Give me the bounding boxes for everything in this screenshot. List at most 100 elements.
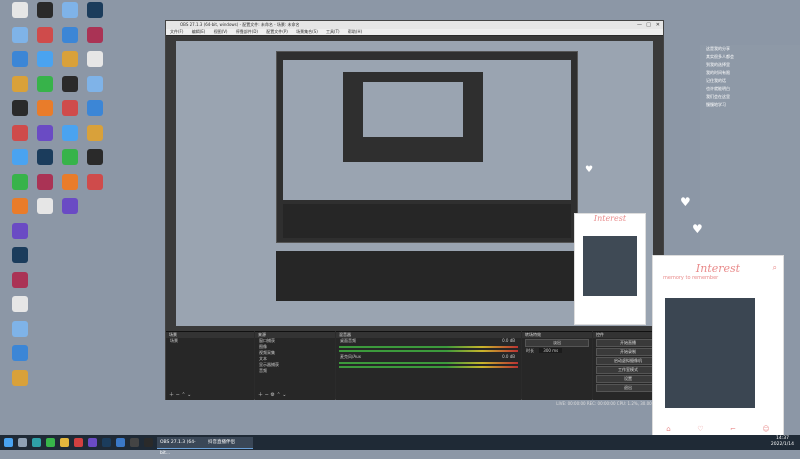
menu-view[interactable]: 视图(V) (214, 29, 228, 34)
window-title: OBS 27.1.3 (64-bit, windows) - 配置文件: 未命名… (180, 22, 300, 27)
app-icon[interactable] (130, 438, 139, 447)
desktop-shortcut-icon[interactable] (0, 247, 40, 263)
edge-icon[interactable] (32, 438, 41, 447)
start-icon[interactable] (4, 438, 13, 447)
maximize-icon[interactable]: □ (646, 21, 651, 29)
obs-window[interactable]: OBS 27.1.3 (64-bit, windows) - 配置文件: 未命名… (165, 20, 664, 406)
brand-text: Interest (593, 214, 627, 223)
desktop-shortcut-icon[interactable] (50, 198, 90, 214)
preview-canvas[interactable]: Interest (166, 36, 663, 331)
app-icon (12, 320, 28, 337)
virtual-camera-button[interactable]: 启动虚拟摄像机 (596, 357, 660, 365)
window-titlebar[interactable]: OBS 27.1.3 (64-bit, windows) - 配置文件: 未命名… (166, 21, 663, 29)
folder-icon[interactable] (60, 438, 69, 447)
text-line: 我的时间有限 (706, 70, 730, 75)
transitions-dock: 转场特效 淡出 时长 300 ms (522, 331, 592, 400)
desktop-shortcut-icon[interactable] (0, 271, 40, 288)
app-icon (87, 100, 103, 116)
text-line: 这是我的分享 (706, 46, 730, 51)
user-icon[interactable]: ☺ (762, 425, 769, 433)
app-icon (87, 26, 103, 43)
card-nav-bar: ⌂ ♡ ⌐ ☺ (653, 425, 783, 433)
desktop-shortcut-icon[interactable] (75, 2, 115, 18)
home-icon[interactable]: ⌂ (666, 425, 670, 433)
desktop-shortcut-icon[interactable] (0, 345, 40, 361)
app-icon (87, 75, 103, 92)
app-icon[interactable] (88, 438, 97, 447)
desktop-shortcut-icon[interactable] (75, 51, 115, 67)
mixer-track-label: 麦克风/Aux 0.0 dB (336, 354, 521, 360)
studio-mode-button[interactable]: 工作室模式 (596, 366, 660, 374)
tool-icon[interactable] (116, 438, 125, 447)
duration-input[interactable]: 300 ms (539, 348, 563, 353)
settings-button[interactable]: 设置 (596, 375, 660, 383)
menu-tools[interactable]: 工具(T) (326, 29, 340, 34)
track-db: 0.0 dB (502, 338, 515, 343)
app-icon[interactable] (144, 438, 153, 447)
interest-card: Interest ⌕ memory to remember ⌂ ♡ ⌐ ☺ (652, 255, 784, 437)
add-scene-button[interactable]: ＋ − ⌃ ⌄ (169, 391, 191, 398)
source-item[interactable]: 音频 (255, 368, 335, 374)
menu-profile[interactable]: 配置文件(P) (266, 29, 288, 34)
menu-docks[interactable]: 停靠部件(D) (236, 29, 258, 34)
heart-icon: ♥ (585, 165, 594, 175)
text-panel: 这是我的分享 其实很多人都会 到我的选择里 我的时间有限 记住我的话 也许就能明… (700, 45, 800, 260)
text-line: 我们会在这里 (706, 94, 730, 99)
heart-icon: ♥ (692, 222, 703, 236)
text-line: 记住我的话 (706, 78, 726, 83)
search-icon[interactable]: ⌕ (773, 263, 777, 273)
scenes-dock: 场景 场景 ＋ − ⌃ ⌄ (166, 331, 254, 400)
heart-nav-icon[interactable]: ♡ (697, 425, 703, 433)
close-icon[interactable]: ✕ (656, 21, 660, 29)
bookmark-icon[interactable]: ⌐ (730, 425, 736, 433)
desktop-shortcut-icon[interactable] (75, 26, 115, 43)
scene-item[interactable]: 场景 (166, 338, 254, 344)
desktop-shortcut-icon[interactable] (75, 173, 115, 190)
duration-label: 时长 (526, 348, 534, 353)
menu-bar: 文件(F) 编辑(E) 视图(V) 停靠部件(D) 配置文件(P) 场景集合(S… (166, 29, 663, 35)
desktop-shortcut-icon[interactable] (0, 320, 40, 337)
sources-dock: 来源 窗口捕获 图像 视频采集 文本 显示器捕获 音频 ＋ − ⚙ ⌃ ⌄ (255, 331, 335, 400)
dock-title: 转场特效 (522, 332, 592, 338)
start-recording-button[interactable]: 开始录制 (596, 348, 660, 356)
game-icon[interactable] (74, 438, 83, 447)
exit-button[interactable]: 退出 (596, 384, 660, 392)
desktop-shortcut-icon[interactable] (0, 369, 40, 386)
desktop-shortcut-icon[interactable] (75, 100, 115, 116)
steam-icon[interactable] (102, 438, 111, 447)
track-name: 桌面音频 (340, 338, 356, 343)
taskbar: OBS 27.1.3 (64-bit... 抖音直播伴侣 14:37 2022/… (0, 435, 800, 456)
desktop-shortcut-icon[interactable] (75, 149, 115, 165)
system-tray: 14:37 2022/1/14 (771, 436, 794, 448)
heart-icon: ♥ (680, 195, 691, 209)
clock-date: 2022/1/14 (770, 442, 794, 447)
transition-select[interactable]: 淡出 (525, 339, 589, 347)
desktop-shortcut-icon[interactable] (0, 222, 40, 239)
minimize-icon[interactable]: — (637, 21, 642, 29)
menu-edit[interactable]: 编辑(E) (192, 29, 206, 34)
desktop-shortcut-icon[interactable] (75, 124, 115, 141)
volume-meter (339, 346, 518, 348)
track-name: 麦克风/Aux (340, 354, 361, 359)
taskbar-app-obs[interactable]: OBS 27.1.3 (64-bit... (157, 437, 205, 456)
search-icon[interactable] (18, 438, 27, 447)
text-line: 慢慢地学习 (706, 102, 726, 107)
mixer-dock: 混音器 桌面音频 0.0 dB 麦克风/Aux 0.0 dB (336, 331, 521, 400)
preview-card-small: Interest (574, 213, 646, 325)
desktop-shortcut-icon[interactable] (75, 75, 115, 92)
chat-icon[interactable] (46, 438, 55, 447)
start-streaming-button[interactable]: 开始直播 (596, 339, 660, 347)
app-icon (87, 124, 103, 141)
app-icon (12, 247, 28, 263)
menu-help[interactable]: 帮助(H) (348, 29, 362, 34)
add-source-button[interactable]: ＋ − ⚙ ⌃ ⌄ (258, 391, 286, 398)
menu-scene-collection[interactable]: 场景集合(S) (296, 29, 318, 34)
taskbar-app-douyin[interactable]: 抖音直播伴侣 (205, 437, 253, 449)
app-icon (87, 51, 103, 67)
app-icon (87, 173, 103, 190)
status-bar: LIVE: 00:00:00 REC: 00:00:00 CPU: 1.2%, … (556, 401, 659, 406)
caption-text: memory to remember (663, 275, 719, 281)
app-icon (12, 369, 28, 386)
desktop-shortcut-icon[interactable] (0, 296, 40, 312)
menu-file[interactable]: 文件(F) (170, 29, 183, 34)
